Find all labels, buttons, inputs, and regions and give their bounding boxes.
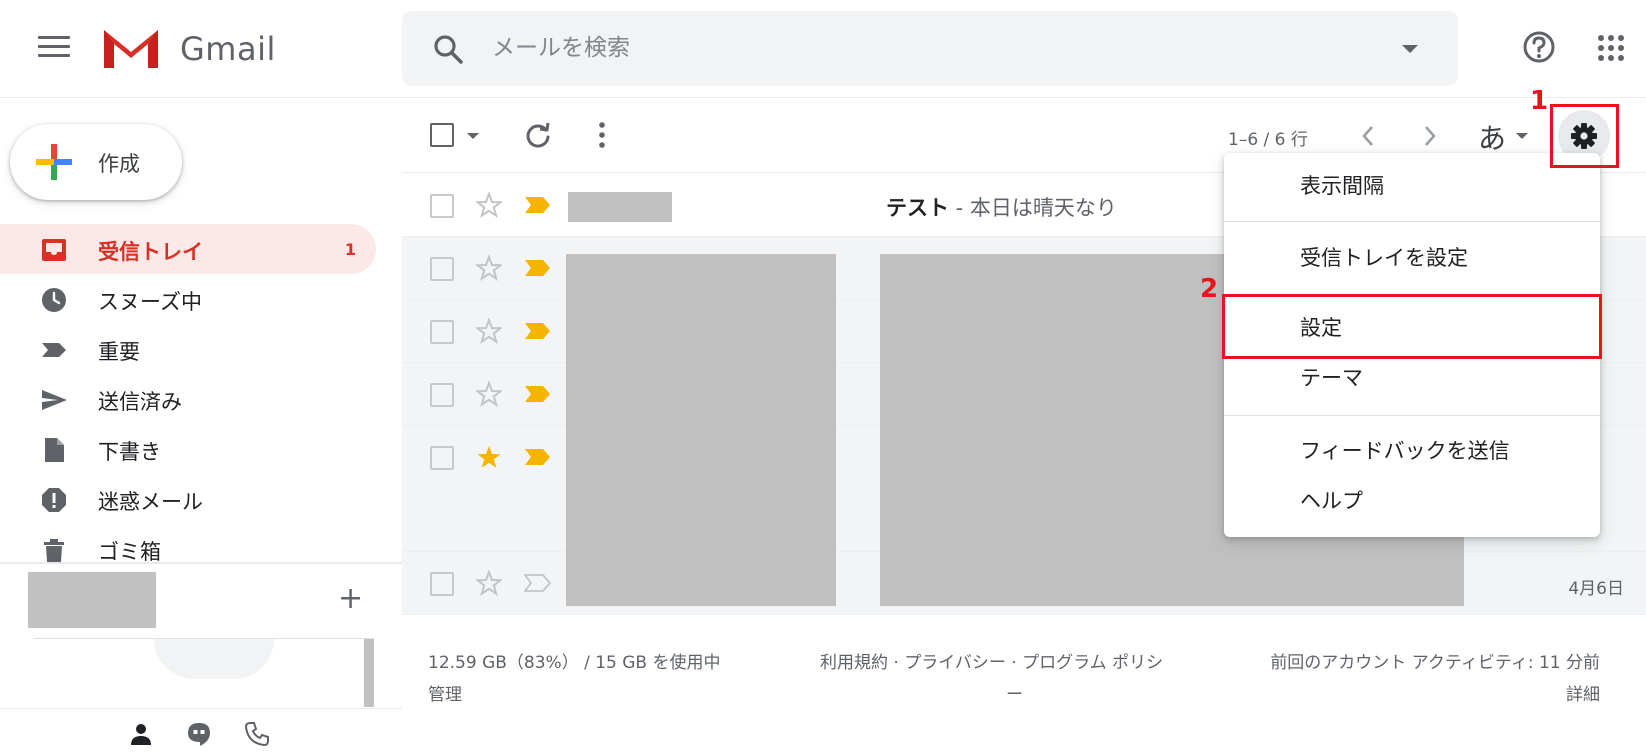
menu-divider bbox=[1224, 415, 1600, 416]
trash-icon bbox=[40, 536, 68, 564]
label-important-icon bbox=[40, 336, 68, 364]
unread-count-badge: 1 bbox=[344, 240, 356, 259]
sidebar-item-drafts[interactable]: 下書き bbox=[0, 424, 376, 474]
sidebar-item-sent[interactable]: 送信済み bbox=[0, 374, 376, 424]
storage-usage: 12.59 GB（83%） / 15 GB を使用中 bbox=[428, 653, 721, 673]
pagination-info: 1–6 / 6 行 bbox=[1228, 130, 1308, 150]
hamburger-line bbox=[38, 36, 70, 39]
annotation-step-2: 2 bbox=[1200, 274, 1219, 304]
important-marker-icon[interactable] bbox=[524, 384, 552, 408]
star-filled-icon[interactable] bbox=[476, 444, 502, 474]
menu-item-display-density[interactable]: 表示間隔 bbox=[1224, 161, 1600, 211]
input-tools-dropdown-icon[interactable] bbox=[1516, 133, 1528, 139]
refresh-icon[interactable] bbox=[524, 121, 552, 153]
gmail-logo-text: Gmail bbox=[180, 30, 276, 68]
row-checkbox[interactable] bbox=[430, 383, 454, 407]
redacted-sender bbox=[568, 192, 672, 222]
top-header: Gmail bbox=[0, 0, 1646, 98]
select-all-checkbox[interactable] bbox=[430, 123, 454, 147]
sidebar-item-label: 重要 bbox=[98, 340, 140, 364]
sidebar-item-snoozed[interactable]: スヌーズ中 bbox=[0, 274, 376, 324]
inbox-icon bbox=[40, 236, 68, 264]
row-checkbox[interactable] bbox=[430, 320, 454, 344]
not-important-marker-icon[interactable] bbox=[523, 573, 552, 597]
activity-details-link[interactable]: 詳細 bbox=[1566, 680, 1600, 705]
compose-plus-icon bbox=[34, 142, 74, 186]
star-outline-icon[interactable] bbox=[474, 380, 504, 411]
hangouts-chat-icon[interactable] bbox=[186, 721, 212, 751]
menu-divider bbox=[1224, 221, 1600, 222]
send-icon bbox=[40, 386, 68, 414]
sidebar-item-label: 迷惑メール bbox=[98, 490, 203, 514]
important-marker-icon[interactable] bbox=[524, 321, 552, 345]
star-outline-icon[interactable] bbox=[474, 317, 504, 348]
chevron-left-icon[interactable] bbox=[1360, 125, 1376, 151]
last-activity-info: 前回のアカウント アクティビティ: 11 分前 bbox=[1270, 653, 1600, 673]
sidebar-item-label: スヌーズ中 bbox=[98, 290, 202, 314]
sidebar-divider bbox=[0, 562, 402, 564]
sidebar-item-label: 送信済み bbox=[98, 390, 182, 414]
search-bar bbox=[402, 11, 1458, 86]
compose-button[interactable]: 作成 bbox=[10, 124, 182, 200]
add-label-button[interactable]: + bbox=[338, 584, 363, 614]
annotation-step-1: 1 bbox=[1530, 86, 1549, 116]
help-icon[interactable] bbox=[1522, 30, 1556, 68]
manage-storage-link[interactable]: 管理 bbox=[428, 680, 462, 705]
hamburger-line bbox=[38, 54, 70, 57]
important-marker-icon[interactable] bbox=[524, 258, 552, 282]
redacted-label-block bbox=[28, 572, 156, 628]
redacted-senders-block bbox=[566, 254, 836, 606]
compose-label: 作成 bbox=[98, 152, 140, 176]
row-subject: テスト bbox=[886, 196, 949, 220]
search-options-dropdown-icon[interactable] bbox=[1402, 45, 1418, 53]
star-outline-icon[interactable] bbox=[474, 191, 504, 222]
star-outline-icon[interactable] bbox=[474, 569, 504, 600]
main-menu-button[interactable] bbox=[38, 36, 70, 60]
row-checkbox[interactable] bbox=[430, 257, 454, 281]
sidebar-item-trash[interactable]: ゴミ箱 bbox=[0, 524, 376, 574]
hangouts-panel bbox=[34, 638, 374, 708]
draft-icon bbox=[40, 436, 68, 464]
hamburger-line bbox=[38, 45, 70, 48]
star-outline-icon[interactable] bbox=[474, 254, 504, 285]
row-date: 4月6日 bbox=[1568, 579, 1624, 599]
hangouts-placeholder-shape bbox=[154, 639, 274, 679]
hangouts-bottom-bar bbox=[0, 708, 402, 755]
sidebar-nav: 受信トレイ 1 スヌーズ中 重要 送信済み 下書き 迷惑メール ゴミ箱 bbox=[0, 224, 376, 574]
row-snippet: - 本日は晴天なり bbox=[949, 196, 1117, 220]
input-tools-button[interactable]: あ bbox=[1478, 117, 1506, 157]
menu-item-themes[interactable]: テーマ bbox=[1224, 353, 1600, 403]
sidebar-item-spam[interactable]: 迷惑メール bbox=[0, 474, 376, 524]
sidebar-item-label: 受信トレイ bbox=[98, 240, 203, 264]
important-marker-icon[interactable] bbox=[524, 447, 552, 471]
row-checkbox[interactable] bbox=[430, 572, 454, 596]
more-vertical-icon[interactable] bbox=[596, 121, 608, 153]
spam-icon bbox=[40, 486, 68, 514]
search-icon[interactable] bbox=[432, 33, 464, 69]
clock-icon bbox=[40, 286, 68, 314]
important-marker-icon[interactable] bbox=[524, 195, 552, 219]
hangouts-scrollbar[interactable] bbox=[364, 639, 374, 707]
sidebar-item-inbox[interactable]: 受信トレイ 1 bbox=[0, 224, 376, 274]
google-apps-icon[interactable] bbox=[1597, 34, 1625, 66]
sidebar-item-important[interactable]: 重要 bbox=[0, 324, 376, 374]
page-footer: 12.59 GB（83%） / 15 GB を使用中 管理 利用規約 · プライ… bbox=[402, 620, 1646, 710]
select-options-dropdown-icon[interactable] bbox=[467, 133, 479, 139]
phone-icon[interactable] bbox=[244, 721, 270, 751]
search-input[interactable] bbox=[492, 25, 1372, 71]
menu-item-send-feedback[interactable]: フィードバックを送信 bbox=[1224, 426, 1600, 476]
menu-item-help[interactable]: ヘルプ bbox=[1224, 476, 1600, 526]
annotation-highlight-settings bbox=[1222, 294, 1602, 359]
row-checkbox[interactable] bbox=[430, 446, 454, 470]
row-subject-line: テスト - 本日は晴天なり bbox=[886, 192, 1117, 222]
sidebar-item-label: 下書き bbox=[98, 440, 161, 464]
menu-item-configure-inbox[interactable]: 受信トレイを設定 bbox=[1224, 233, 1600, 283]
annotation-highlight-gear bbox=[1550, 104, 1619, 168]
contacts-person-icon[interactable] bbox=[128, 721, 154, 751]
chevron-right-icon[interactable] bbox=[1422, 125, 1438, 151]
row-checkbox[interactable] bbox=[430, 194, 454, 218]
gmail-logo-icon[interactable] bbox=[100, 26, 162, 76]
policy-links[interactable]: 利用規約 · プライバシー · プログラム ポリシ bbox=[820, 648, 1163, 673]
policy-links-continued[interactable]: ー bbox=[1006, 680, 1023, 705]
